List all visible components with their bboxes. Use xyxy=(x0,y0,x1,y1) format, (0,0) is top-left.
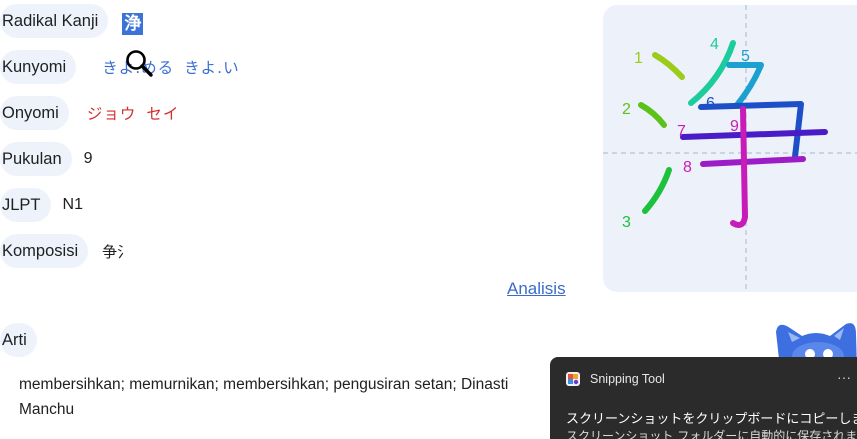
stroke-number-2: 2 xyxy=(622,101,631,118)
jlpt-row: JLPT N1 xyxy=(0,188,83,222)
radical-row: Radikal Kanji 浄 xyxy=(0,4,144,38)
strokes-row: Pukulan 9 xyxy=(0,142,93,176)
radical-label: Radikal Kanji xyxy=(0,4,109,38)
snipping-tool-notification[interactable]: Snipping Tool ··· スクリーンショットをクリップボードにコピーし… xyxy=(550,357,857,439)
stroke-number-3: 3 xyxy=(622,214,631,231)
more-options-button[interactable]: ··· xyxy=(837,369,851,385)
meaning-label: Arti xyxy=(0,323,37,357)
stroke-order-svg: 1 2 3 4 5 6 7 8 9 xyxy=(603,5,857,292)
jlpt-value: N1 xyxy=(62,196,83,213)
composition-label: Komposisi xyxy=(0,234,89,268)
analysis-link[interactable]: Analisis xyxy=(507,279,566,299)
magnifier-cursor-icon xyxy=(126,50,153,77)
stroke-number-4: 4 xyxy=(710,36,719,53)
radical-kanji[interactable]: 浄 xyxy=(122,12,144,35)
stroke-7 xyxy=(680,129,828,140)
onyomi-readings: ジョウ セイ xyxy=(87,102,180,124)
stroke-number-5: 5 xyxy=(741,48,750,65)
notification-body: スクリーンショット フォルダーに自動的に保存されました xyxy=(566,429,857,439)
stroke-number-7: 7 xyxy=(677,123,686,140)
stroke-order-diagram[interactable]: 1 2 3 4 5 6 7 8 9 xyxy=(603,5,857,292)
composition-row: Komposisi 争氵 xyxy=(0,234,132,268)
onyomi-reading-1[interactable]: ジョウ xyxy=(87,105,137,123)
snipping-tool-icon xyxy=(566,372,580,386)
kunyomi-readings: きよ.める きよ.い xyxy=(102,56,239,78)
kunyomi-row: Kunyomi きよ.める きよ.い xyxy=(0,50,240,84)
stroke-number-8: 8 xyxy=(683,159,692,176)
kunyomi-reading-2[interactable]: きよ.い xyxy=(184,59,239,77)
stroke-8 xyxy=(700,156,806,167)
strokes-value: 9 xyxy=(83,150,93,167)
onyomi-label: Onyomi xyxy=(0,96,69,130)
stroke-number-1: 1 xyxy=(634,50,643,67)
stroke-2 xyxy=(638,102,667,128)
stroke-3 xyxy=(642,167,672,214)
notification-app-name: Snipping Tool xyxy=(590,372,665,386)
jlpt-label: JLPT xyxy=(0,188,51,222)
notification-title: スクリーンショットをクリップボードにコピーしました xyxy=(566,412,857,427)
meaning-text: membersihkan; memurnikan; membersihkan; … xyxy=(19,376,509,418)
stroke-number-6: 6 xyxy=(706,95,715,112)
composition-value[interactable]: 争氵 xyxy=(102,241,132,262)
stroke-1 xyxy=(652,52,685,80)
radical-value[interactable]: 浄 xyxy=(122,9,144,35)
meaning-row: Arti xyxy=(0,323,37,357)
kunyomi-label: Kunyomi xyxy=(0,50,77,84)
onyomi-row: Onyomi ジョウ セイ xyxy=(0,96,179,130)
onyomi-reading-2[interactable]: セイ xyxy=(146,105,179,123)
strokes-label: Pukulan xyxy=(0,142,72,176)
stroke-5 xyxy=(726,62,764,108)
stroke-number-9: 9 xyxy=(730,118,739,135)
